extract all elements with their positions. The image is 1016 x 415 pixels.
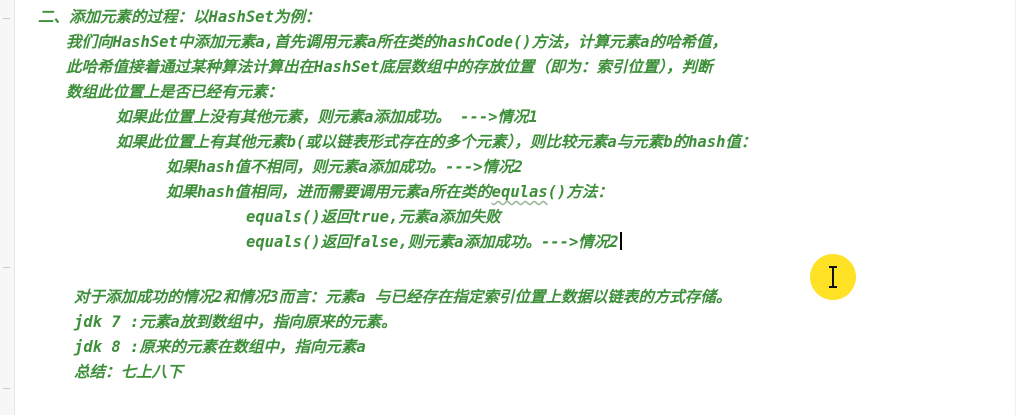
comment-line-2: 我们向HashSet中添加元素a,首先调用元素a所在类的hashCode()方法… bbox=[66, 33, 727, 51]
comment-line-5: 如果此位置上没有其他元素，则元素a添加成功。 --->情况1 bbox=[116, 108, 538, 126]
comment-line-4: 数组此位置上是否已经有元素： bbox=[66, 83, 284, 101]
comment-line-10-text: equals()返回false,则元素a添加成功。--->情况2 bbox=[246, 233, 619, 251]
comment-line-9: equals()返回true,元素a添加失败 bbox=[246, 208, 501, 226]
editor-gutter bbox=[0, 0, 15, 415]
comment-line-14: 总结：七上八下 bbox=[74, 363, 183, 381]
fold-marker[interactable] bbox=[3, 267, 10, 268]
comment-line-3: 此哈希值接着通过某种算法计算出在HashSet底层数组中的存放位置（即为：索引位… bbox=[66, 58, 713, 76]
comment-line-8: 如果hash值相同，进而需要调用元素a所在类的equlas()方法： bbox=[166, 180, 613, 204]
fold-marker[interactable] bbox=[3, 388, 10, 389]
fold-marker[interactable] bbox=[3, 18, 10, 19]
spelling-warning-equlas[interactable]: equlas bbox=[492, 183, 548, 201]
code-editor[interactable]: 二、添加元素的过程：以HashSet为例： 我们向HashSet中添加元素a,首… bbox=[14, 0, 1016, 415]
comment-line-7: 如果hash值不相同，则元素a添加成功。--->情况2 bbox=[166, 158, 523, 176]
text-caret bbox=[619, 232, 622, 250]
ibeam-cursor-icon bbox=[829, 266, 837, 288]
comment-line-11: 对于添加成功的情况2和情况3而言：元素a 与已经存在指定索引位置上数据以链表的方… bbox=[74, 288, 732, 306]
comment-line-12: jdk 7 :元素a放到数组中，指向原来的元素。 bbox=[74, 313, 397, 331]
comment-line-10: equals()返回false,则元素a添加成功。--->情况2 bbox=[246, 230, 622, 254]
comment-line-8-after: ()方法： bbox=[547, 183, 613, 201]
comment-line-13: jdk 8 :原来的元素在数组中，指向元素a bbox=[74, 338, 366, 356]
comment-line-6: 如果此位置上有其他元素b(或以链表形式存在的多个元素），则比较元素a与元素b的h… bbox=[116, 133, 757, 151]
comment-line-8-before: 如果hash值相同，进而需要调用元素a所在类的 bbox=[166, 183, 492, 201]
comment-line-1: 二、添加元素的过程：以HashSet为例： bbox=[38, 8, 321, 26]
